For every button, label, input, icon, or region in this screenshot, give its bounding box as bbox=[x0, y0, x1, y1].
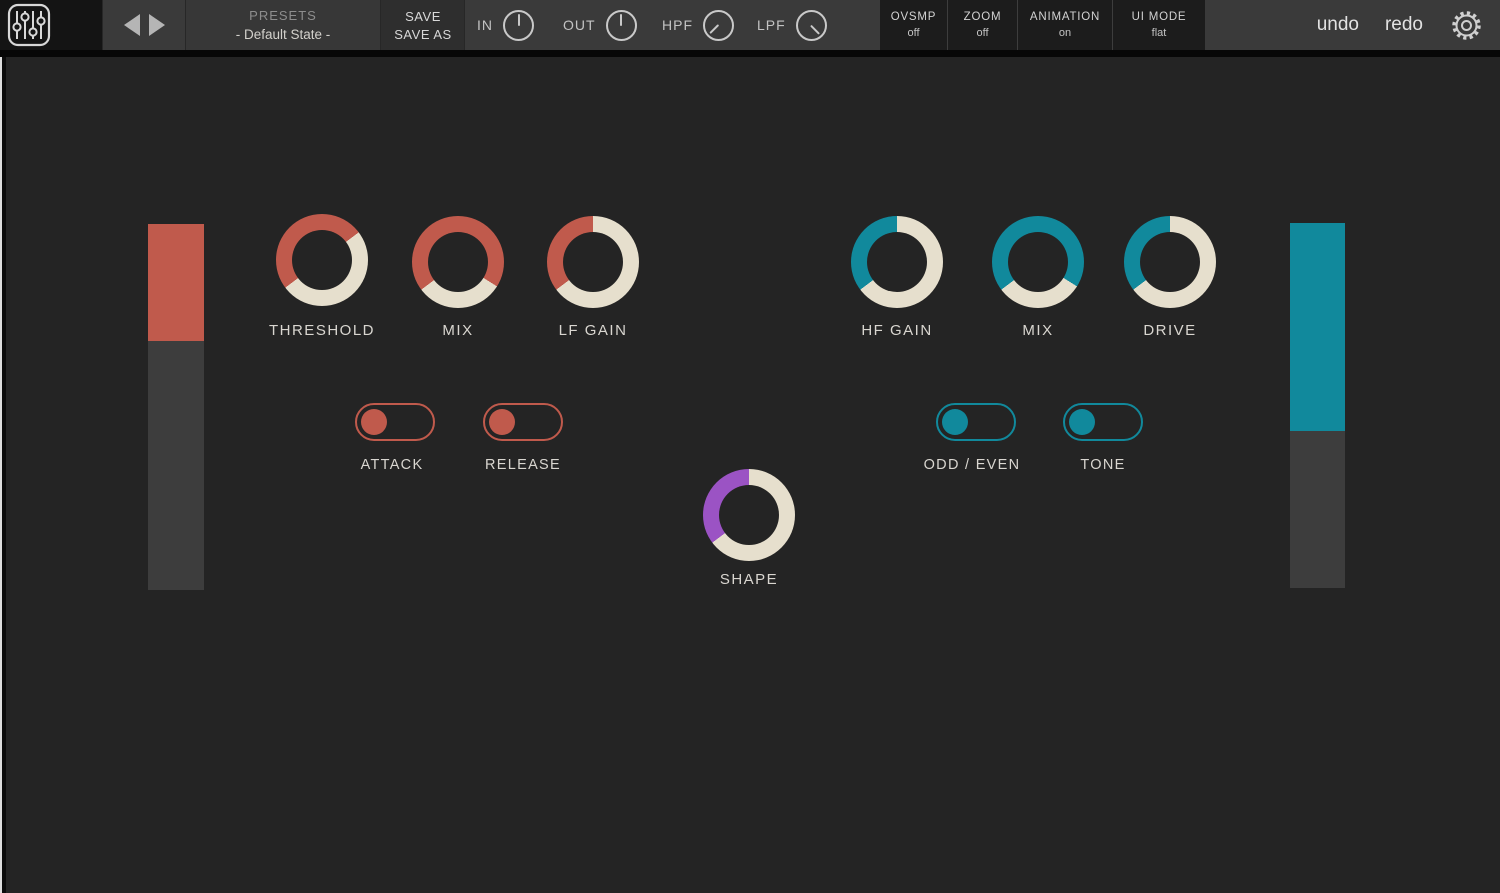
in-knob[interactable] bbox=[503, 10, 534, 41]
animation-value: on bbox=[1059, 27, 1071, 39]
preset-nav bbox=[103, 0, 185, 50]
window-left-edge-shadow bbox=[2, 57, 6, 893]
mix-knob-left[interactable] bbox=[412, 216, 504, 308]
out-knob-group: OUT bbox=[563, 0, 637, 50]
release-toggle-knob bbox=[489, 409, 515, 435]
logo-button[interactable] bbox=[0, 0, 102, 50]
save-section: SAVE SAVE AS bbox=[381, 0, 465, 50]
right-level-meter-fill bbox=[1290, 223, 1345, 431]
toolbar-separator bbox=[0, 50, 1500, 57]
hpf-knob[interactable] bbox=[703, 10, 734, 41]
hpf-knob-label: HPF bbox=[662, 17, 693, 33]
ovsmp-label: OVSMP bbox=[891, 11, 937, 23]
in-knob-label: IN bbox=[477, 17, 493, 33]
io-filter-knobs: IN OUT HPF LPF bbox=[465, 0, 880, 50]
tone-label: TONE bbox=[1003, 457, 1203, 473]
out-knob-label: OUT bbox=[563, 17, 596, 33]
zoom-label: ZOOM bbox=[964, 11, 1002, 23]
ui-mode-value: flat bbox=[1152, 27, 1167, 39]
release-toggle[interactable] bbox=[483, 403, 563, 441]
zoom-value: off bbox=[976, 27, 988, 39]
shape-knob[interactable] bbox=[703, 469, 795, 561]
drive-knob[interactable] bbox=[1124, 216, 1216, 308]
mixer-sliders-icon bbox=[7, 3, 51, 47]
hpf-knob-group: HPF bbox=[662, 0, 734, 50]
preset-selector[interactable]: PRESETS - Default State - bbox=[186, 0, 380, 50]
gear-icon[interactable] bbox=[1449, 8, 1484, 43]
threshold-knob[interactable] bbox=[276, 214, 368, 306]
left-level-meter bbox=[148, 224, 204, 590]
plugin-window: PRESETS - Default State - SAVE SAVE AS I… bbox=[0, 0, 1500, 893]
presets-title: PRESETS bbox=[249, 8, 317, 23]
left-level-meter-fill bbox=[148, 224, 204, 341]
lpf-knob-label: LPF bbox=[757, 17, 786, 33]
drive-label: DRIVE bbox=[1070, 322, 1270, 339]
lf-gain-label: LF GAIN bbox=[493, 322, 693, 339]
lf-gain-knob[interactable] bbox=[547, 216, 639, 308]
ovsmp-toggle[interactable]: OVSMP off bbox=[880, 0, 947, 50]
tone-toggle[interactable] bbox=[1063, 403, 1143, 441]
tone-toggle-knob bbox=[1069, 409, 1095, 435]
settings-strip: OVSMP off ZOOM off ANIMATION on UI MODE … bbox=[880, 0, 1205, 50]
right-level-meter bbox=[1290, 223, 1345, 588]
in-knob-group: IN bbox=[477, 0, 534, 50]
zoom-toggle[interactable]: ZOOM off bbox=[947, 0, 1017, 50]
current-preset-name: - Default State - bbox=[236, 27, 331, 42]
odd-even-toggle[interactable] bbox=[936, 403, 1016, 441]
toolbar: PRESETS - Default State - SAVE SAVE AS I… bbox=[0, 0, 1500, 50]
previous-preset-button[interactable] bbox=[124, 14, 140, 36]
next-preset-button[interactable] bbox=[149, 14, 165, 36]
history-section: undo redo bbox=[1205, 0, 1500, 50]
animation-toggle[interactable]: ANIMATION on bbox=[1017, 0, 1112, 50]
release-label: RELEASE bbox=[423, 457, 623, 473]
ui-mode-toggle[interactable]: UI MODE flat bbox=[1112, 0, 1205, 50]
redo-button[interactable]: redo bbox=[1385, 14, 1423, 36]
save-button[interactable]: SAVE bbox=[405, 9, 441, 24]
mix-knob-right[interactable] bbox=[992, 216, 1084, 308]
odd-even-toggle-knob bbox=[942, 409, 968, 435]
attack-toggle-knob bbox=[361, 409, 387, 435]
out-knob[interactable] bbox=[606, 10, 637, 41]
attack-toggle[interactable] bbox=[355, 403, 435, 441]
lpf-knob[interactable] bbox=[796, 10, 827, 41]
animation-label: ANIMATION bbox=[1030, 11, 1100, 23]
lpf-knob-group: LPF bbox=[757, 0, 827, 50]
shape-label: SHAPE bbox=[649, 571, 849, 588]
hf-gain-knob[interactable] bbox=[851, 216, 943, 308]
save-as-button[interactable]: SAVE AS bbox=[394, 27, 451, 42]
ui-mode-label: UI MODE bbox=[1132, 11, 1187, 23]
undo-button[interactable]: undo bbox=[1317, 14, 1359, 36]
ovsmp-value: off bbox=[907, 27, 919, 39]
